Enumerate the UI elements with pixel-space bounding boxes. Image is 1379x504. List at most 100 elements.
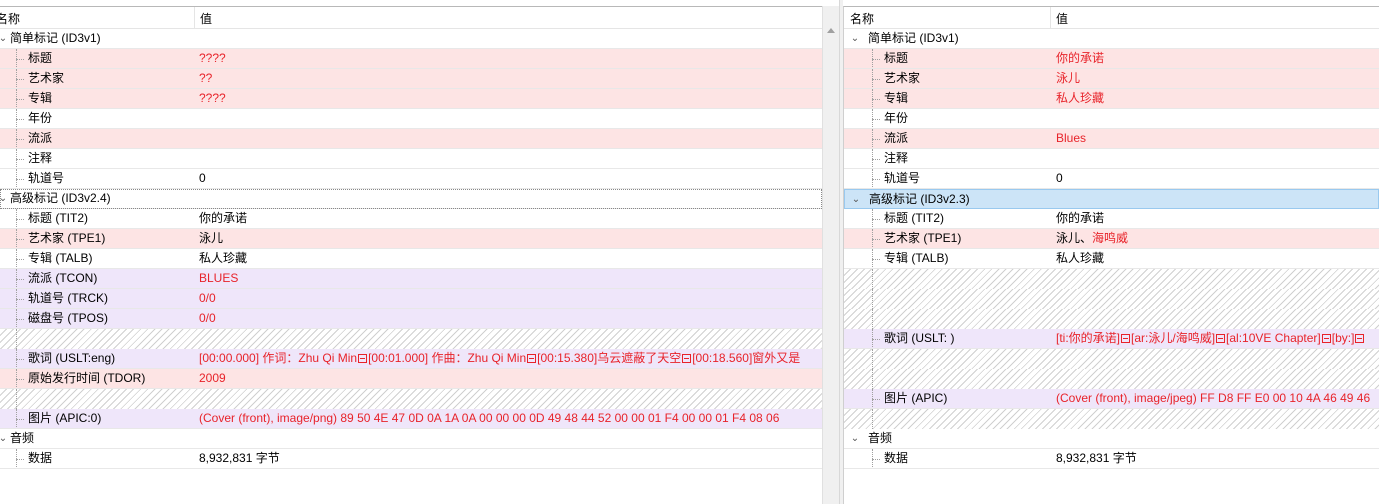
tree-group-header[interactable]: ⌄简单标记 (ID3v1) (0, 29, 822, 49)
tree-group-label: 高级标记 (ID3v2.4) (10, 191, 111, 205)
tag-field-value[interactable]: 你的承诺 (1056, 49, 1104, 68)
tree-connector (872, 459, 880, 460)
tag-row[interactable]: 流派 (TCON) BLUES (0, 269, 822, 289)
chevron-down-icon[interactable]: ⌄ (850, 29, 860, 48)
tag-row[interactable]: 专辑 (TALB) 私人珍藏 (0, 249, 822, 269)
value-column-header[interactable]: 值 (1056, 10, 1068, 27)
tag-field-value[interactable]: 2009 (199, 369, 226, 388)
tag-row[interactable]: 专辑 (TALB) 私人珍藏 (844, 249, 1379, 269)
tree-group-header[interactable]: ⌄音频 (0, 429, 822, 449)
empty-placeholder-row (844, 289, 1379, 309)
tag-row[interactable]: 标题 (TIT2) 你的承诺 (844, 209, 1379, 229)
tag-field-value[interactable]: BLUES (199, 269, 238, 288)
tag-row[interactable]: 年份 (0, 109, 822, 129)
tree-group-header[interactable]: ⌄ 音频 (844, 429, 1379, 449)
scroll-up-arrow-icon[interactable] (827, 28, 835, 33)
tree-connector (16, 79, 24, 80)
tag-row[interactable]: 歌词 (USLT: ) [ti:你的承诺] [ar:泳儿/海鸣威] [al:10VE … (844, 329, 1379, 349)
tree-group-label: 音频 (868, 431, 893, 445)
tree-connector (872, 119, 880, 120)
tag-row[interactable]: 艺术家 (TPE1) 泳儿 (0, 229, 822, 249)
line-break-icon (1355, 334, 1365, 343)
tree-connector (872, 139, 880, 140)
tag-row[interactable]: 数据 8,932,831 字节 (844, 449, 1379, 469)
tag-field-value[interactable]: ?? (199, 69, 212, 88)
tag-row[interactable]: 标题???? (0, 49, 822, 69)
tag-field-value[interactable]: 泳儿、海鸣威 (1056, 229, 1128, 248)
column-separator[interactable] (194, 7, 195, 29)
tag-field-value[interactable]: 泳儿 (199, 229, 223, 248)
column-separator[interactable] (1050, 7, 1051, 29)
tag-field-value[interactable]: 泳儿 (1056, 69, 1080, 88)
tag-row[interactable]: 专辑 私人珍藏 (844, 89, 1379, 109)
tag-row[interactable]: 图片 (APIC:0) (Cover (front), image/png) 89… (0, 409, 822, 429)
tag-row[interactable]: 磁盘号 (TPOS) 0/0 (0, 309, 822, 329)
tag-row[interactable]: 艺术家?? (0, 69, 822, 89)
tag-row[interactable]: 专辑???? (0, 89, 822, 109)
tag-field-value[interactable]: 你的承诺 (1056, 209, 1104, 228)
tree-connector (872, 409, 873, 429)
value-column-header[interactable]: 值 (200, 10, 212, 27)
right-tag-tree[interactable]: 名称 值 ⌄ 简单标记 (ID3v1) 标题 你的承诺 艺术家 泳儿 专辑 私人珍藏 年份流派 B… (843, 6, 1379, 504)
tag-row[interactable]: 流派 (0, 129, 822, 149)
chevron-down-icon[interactable]: ⌄ (850, 429, 860, 448)
tree-connector (16, 389, 17, 409)
tag-row[interactable]: 原始发行时间 (TDOR) 2009 (0, 369, 822, 389)
tree-connector (16, 219, 24, 220)
chevron-down-icon[interactable]: ⌄ (0, 189, 8, 208)
left-vertical-scrollbar[interactable] (822, 6, 839, 504)
tree-group-label: 简单标记 (ID3v1) (868, 31, 959, 45)
tree-connector (872, 219, 880, 220)
tag-field-label: 数据 (884, 451, 909, 465)
tree-group-header[interactable]: ⌄ 高级标记 (ID3v2.3) (844, 189, 1379, 209)
tag-row[interactable]: 图片 (APIC) (Cover (front), image/jpeg) FF … (844, 389, 1379, 409)
tree-connector (872, 309, 873, 329)
tag-field-value[interactable]: [ti:你的承诺] [ar:泳儿/海鸣威] [al:10VE Chapter] [by… (1056, 329, 1365, 348)
tag-field-value[interactable]: 你的承诺 (199, 209, 247, 228)
tag-row[interactable]: 标题 你的承诺 (844, 49, 1379, 69)
tag-row[interactable]: 注释 (0, 149, 822, 169)
tag-field-label: 专辑 (TALB) (884, 251, 949, 265)
tree-connector (16, 159, 24, 160)
tag-field-value[interactable]: (Cover (front), image/png) 89 50 4E 47 0… (199, 409, 779, 428)
chevron-down-icon[interactable]: ⌄ (0, 429, 8, 448)
tag-row[interactable]: 歌词 (USLT:eng) [00:00.000] 作词：Zhu Qi Min [0… (0, 349, 822, 369)
tag-field-value[interactable]: 0/0 (199, 309, 216, 328)
tag-field-value[interactable]: ???? (199, 49, 226, 68)
tag-row[interactable]: 数据 8,932,831 字节 (0, 449, 822, 469)
name-column-header[interactable]: 名称 (850, 10, 874, 27)
tag-row[interactable]: 标题 (TIT2) 你的承诺 (0, 209, 822, 229)
tag-field-label: 流派 (884, 131, 909, 145)
tag-row[interactable]: 注释 (844, 149, 1379, 169)
tag-field-value[interactable]: 8,932,831 字节 (199, 449, 280, 468)
tag-field-value[interactable]: ???? (199, 89, 226, 108)
tag-field-value[interactable]: (Cover (front), image/jpeg) FF D8 FF E0 … (1056, 389, 1370, 408)
tag-row[interactable]: 轨道号 (TRCK) 0/0 (0, 289, 822, 309)
chevron-down-icon[interactable]: ⌄ (0, 29, 8, 48)
tag-field-value[interactable]: 私人珍藏 (1056, 249, 1104, 268)
tag-row[interactable]: 流派 Blues (844, 129, 1379, 149)
left-tag-tree[interactable]: 名称 值 ⌄简单标记 (ID3v1)标题????艺术家??专辑????年份流派注… (0, 6, 822, 504)
tag-field-value[interactable]: 私人珍藏 (199, 249, 247, 268)
tag-row[interactable]: 轨道号 0 (844, 169, 1379, 189)
tag-row[interactable]: 艺术家 (TPE1) 泳儿、海鸣威 (844, 229, 1379, 249)
tag-field-value[interactable]: [00:00.000] 作词：Zhu Qi Min [00:01.000] 作曲：… (199, 349, 800, 368)
tree-connector (16, 139, 24, 140)
tag-field-value[interactable]: 0 (1056, 169, 1063, 188)
tree-group-header[interactable]: ⌄ 简单标记 (ID3v1) (844, 29, 1379, 49)
tag-field-value[interactable]: 0/0 (199, 289, 216, 308)
tag-field-value[interactable]: Blues (1056, 129, 1086, 148)
tag-row[interactable]: 艺术家 泳儿 (844, 69, 1379, 89)
name-column-header[interactable]: 名称 (0, 10, 20, 27)
tag-field-label: 注释 (884, 151, 909, 165)
tag-row[interactable]: 轨道号 0 (0, 169, 822, 189)
tag-field-value[interactable]: 私人珍藏 (1056, 89, 1104, 108)
tag-row[interactable]: 年份 (844, 109, 1379, 129)
tag-field-label: 流派 (28, 131, 53, 145)
chevron-down-icon[interactable]: ⌄ (851, 190, 861, 208)
tree-connector (872, 79, 880, 80)
tag-field-value[interactable]: 0 (199, 169, 206, 188)
tree-group-header[interactable]: ⌄高级标记 (ID3v2.4) (0, 189, 822, 209)
tag-field-value[interactable]: 8,932,831 字节 (1056, 449, 1137, 468)
tag-field-label: 轨道号 (884, 171, 921, 185)
